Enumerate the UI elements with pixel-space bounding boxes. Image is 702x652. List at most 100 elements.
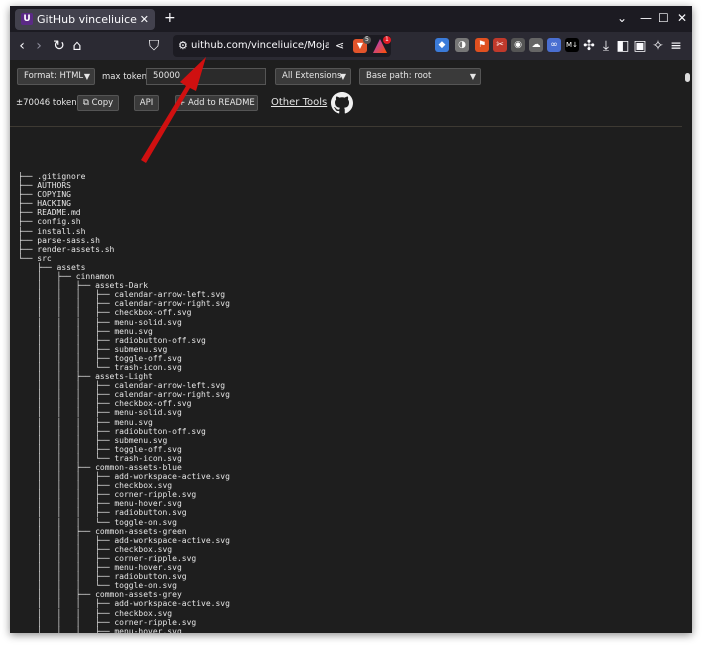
- base-path-select[interactable]: Base path: root ▼: [359, 68, 481, 85]
- leo-icon[interactable]: ✧: [650, 37, 666, 55]
- api-button[interactable]: API: [134, 95, 159, 111]
- tree-line: │ │ │ ├── corner-ripple.svg: [18, 617, 197, 627]
- maximize-icon[interactable]: ☐: [658, 11, 669, 25]
- tree-line: │ │ │ ├── menu-solid.svg: [18, 408, 182, 418]
- home-icon[interactable]: ⌂: [69, 37, 85, 55]
- tree-line: │ │ │ ├── checkbox.svg: [18, 481, 173, 491]
- tree-line: │ │ │ ├── menu.svg: [18, 417, 153, 427]
- link-extension-icon[interactable]: ∞: [547, 38, 561, 52]
- uithub-favicon-icon: U: [21, 13, 33, 25]
- other-tools-link[interactable]: Other Tools: [271, 96, 327, 110]
- api-button-label: API: [139, 98, 154, 108]
- bookmark-icon[interactable]: ⛉: [146, 37, 162, 55]
- tree-line: ├── parse-sass.sh: [18, 235, 100, 245]
- format-select-value: Format: HTML: [24, 71, 84, 81]
- tree-line: └── src: [18, 253, 52, 263]
- tree-line: │ │ ├── common-assets-blue: [18, 463, 182, 472]
- menu-icon[interactable]: ≡: [668, 37, 684, 55]
- tab-list-chevron-icon[interactable]: ⌄: [617, 11, 627, 25]
- extensions-select-value: All Extensions: [282, 71, 342, 81]
- site-info-icon[interactable]: ⚙: [178, 38, 188, 54]
- tree-line: │ │ │ ├── calendar-arrow-right.svg: [18, 390, 230, 400]
- tree-line: │ │ │ ├── add-workspace-active.svg: [18, 535, 230, 545]
- tree-line: │ │ │ ├── calendar-arrow-left.svg: [18, 381, 226, 391]
- cloud-extension-icon[interactable]: ☁: [529, 38, 543, 52]
- add-to-readme-label: + Add to README: [178, 98, 255, 108]
- tree-line: │ │ │ └── toggle-on.svg: [18, 581, 177, 591]
- tree-line: │ │ │ ├── add-workspace-active.svg: [18, 472, 230, 482]
- format-select[interactable]: Format: HTML ▼: [17, 68, 95, 85]
- extensions-select[interactable]: All Extensions ▼: [275, 68, 351, 85]
- add-to-readme-button[interactable]: + Add to README: [175, 95, 258, 111]
- tree-line: │ │ │ ├── checkbox-off.svg: [18, 308, 192, 318]
- tree-line: │ │ │ ├── toggle-off.svg: [18, 353, 182, 363]
- share-icon[interactable]: ⋖: [335, 38, 344, 54]
- page-content: Format: HTML ▼ max tokens 50000 All Exte…: [10, 60, 692, 633]
- bookmark-extension-icon[interactable]: ⚑: [475, 38, 489, 52]
- file-tree: ├── .gitignore ├── AUTHORS ├── COPYING ├── …: [18, 172, 682, 633]
- tree-line: │ │ ├── assets-Dark: [18, 281, 149, 291]
- browser-window: U GitHub vinceliuice/Mojave-g… ✕ + ⌄ — ☐…: [10, 6, 692, 633]
- copy-button-label: Copy: [91, 98, 114, 108]
- max-tokens-input[interactable]: 50000: [146, 68, 266, 85]
- base-path-select-value: Base path: root: [366, 71, 432, 81]
- rewards-badge: 1: [383, 36, 391, 44]
- tree-line: │ │ │ ├── menu-hover.svg: [18, 626, 182, 633]
- downloads-icon[interactable]: ⤓: [598, 37, 614, 55]
- chevron-down-icon: ▼: [339, 72, 346, 81]
- tree-line: │ │ │ ├── menu-solid.svg: [18, 317, 182, 327]
- wallet-icon[interactable]: ▣: [632, 37, 648, 55]
- forward-icon[interactable]: ›: [31, 37, 47, 55]
- scrollbar[interactable]: [682, 60, 692, 633]
- camera-extension-icon[interactable]: ◉: [511, 38, 525, 52]
- tree-line: │ │ ├── common-assets-green: [18, 526, 187, 536]
- tree-line: ├── .gitignore: [18, 172, 86, 181]
- tree-line: │ │ │ ├── radiobutton.svg: [18, 572, 187, 582]
- minimize-icon[interactable]: —: [640, 11, 652, 25]
- close-tab-icon[interactable]: ✕: [140, 12, 149, 27]
- tree-line: │ │ │ ├── corner-ripple.svg: [18, 553, 197, 563]
- tree-line: │ │ │ ├── add-workspace-active.svg: [18, 599, 230, 609]
- chevron-down-icon: ▼: [469, 72, 476, 81]
- tab-active[interactable]: U GitHub vinceliuice/Mojave-g… ✕: [15, 9, 155, 30]
- tree-line: │ ├── cinnamon: [18, 272, 115, 282]
- tree-line: │ │ │ ├── radiobutton.svg: [18, 508, 187, 518]
- address-bar[interactable]: ⚙ uithub.com/vinceliuice/Mojave-gt… ⋖ ▼ …: [173, 35, 391, 57]
- tree-line: ├── assets: [18, 262, 86, 272]
- sidebar-icon[interactable]: ◧: [615, 37, 631, 55]
- tree-line: ├── config.sh: [18, 217, 81, 227]
- tree-line: ├── HACKING: [18, 199, 71, 209]
- tree-line: ├── README.md: [18, 208, 81, 218]
- md-extension-icon[interactable]: M↓: [565, 38, 579, 52]
- copy-icon: ⧉: [82, 98, 92, 108]
- divider: [10, 126, 682, 127]
- max-tokens-label: max tokens: [102, 72, 152, 82]
- tree-line: │ │ │ ├── checkbox.svg: [18, 544, 173, 554]
- close-window-icon[interactable]: ✕: [677, 11, 687, 25]
- tree-line: ├── install.sh: [18, 226, 86, 236]
- scissors-extension-icon[interactable]: ✂: [493, 38, 507, 52]
- globe-extension-icon[interactable]: ◑: [455, 38, 469, 52]
- tree-line: │ │ │ └── trash-icon.svg: [18, 362, 182, 372]
- url-text[interactable]: uithub.com/vinceliuice/Mojave-gt…: [191, 39, 329, 53]
- tree-line: │ │ │ └── toggle-on.svg: [18, 517, 177, 527]
- tree-line: │ │ │ ├── calendar-arrow-left.svg: [18, 290, 226, 300]
- reload-icon[interactable]: ↻: [51, 37, 67, 55]
- tree-line: │ │ │ ├── submenu.svg: [18, 435, 168, 445]
- tree-line: │ │ ├── assets-Light: [18, 372, 153, 382]
- controls-bar: Format: HTML ▼ max tokens 50000 All Exte…: [10, 60, 682, 122]
- extensions-icon[interactable]: ✣: [581, 37, 597, 55]
- scrollbar-thumb[interactable]: [685, 73, 690, 82]
- tree-line: │ │ │ ├── radiobutton-off.svg: [18, 426, 206, 436]
- tree-line: │ │ │ └── trash-icon.svg: [18, 453, 182, 463]
- new-tab-icon[interactable]: +: [164, 10, 176, 26]
- file-tree-text: ├── .gitignore ├── AUTHORS ├── COPYING ├── …: [18, 172, 682, 633]
- tree-line: │ │ │ ├── corner-ripple.svg: [18, 490, 197, 500]
- tree-line: ├── render-assets.sh: [18, 244, 115, 254]
- tree-line: │ │ │ ├── toggle-off.svg: [18, 444, 182, 454]
- tree-line: ├── AUTHORS: [18, 181, 71, 191]
- back-icon[interactable]: ‹: [14, 37, 30, 55]
- gem-extension-icon[interactable]: ◆: [435, 38, 449, 52]
- github-icon[interactable]: [331, 92, 353, 114]
- copy-button[interactable]: ⧉ Copy: [77, 95, 119, 111]
